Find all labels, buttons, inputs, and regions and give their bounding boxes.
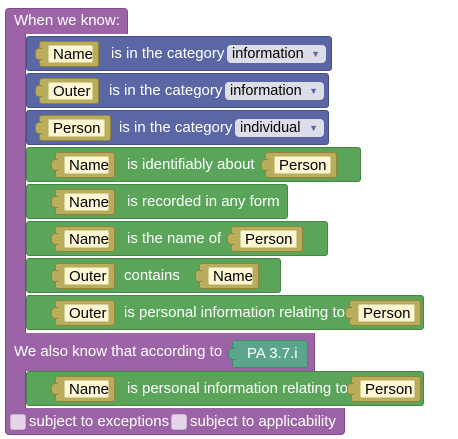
variable-slot[interactable]: Outer (35, 78, 99, 104)
connector-tab (35, 122, 42, 134)
fact-block[interactable]: Outer contains Name (26, 258, 281, 293)
fact-text: contains (124, 267, 180, 284)
connector-tab (35, 85, 42, 97)
connector-tab (195, 270, 202, 282)
variable-slot[interactable]: Name (51, 152, 115, 178)
variable-slot[interactable]: Outer (51, 263, 115, 289)
conclusion-fact-block[interactable]: Name is personal information relating to… (26, 371, 424, 406)
fact-text: is the name of (127, 230, 222, 247)
category-text: is in the category (111, 45, 225, 62)
applicability-label: subject to applicability (190, 413, 336, 430)
rule-container-spine-lower (5, 370, 26, 410)
connector-tab (261, 159, 268, 171)
category-block[interactable]: Person is in the category individual ▼ (26, 110, 329, 145)
variable-name: Person (274, 156, 331, 174)
fact-text: is personal information relating to (127, 380, 348, 397)
category-value: information (230, 83, 302, 99)
dropdown-arrow-icon: ▼ (309, 86, 318, 96)
variable-name: Person (360, 380, 415, 398)
variable-slot[interactable]: Outer (51, 300, 115, 326)
connector-tab (347, 383, 354, 395)
variable-slot[interactable]: Name (35, 41, 99, 67)
dropdown-arrow-icon: ▼ (311, 49, 320, 59)
fact-text: is personal information relating to (124, 304, 345, 321)
variable-name: Name (48, 45, 93, 63)
variable-name: Outer (64, 304, 109, 322)
variable-slot[interactable]: Name (51, 226, 115, 252)
category-value: information (232, 46, 304, 62)
connector-tab (51, 383, 58, 395)
exceptions-checkbox[interactable] (10, 414, 26, 430)
category-dropdown[interactable]: information ▼ (227, 45, 326, 63)
dropdown-arrow-icon: ▼ (309, 123, 318, 133)
variable-name: Name (64, 193, 109, 211)
rule-header: When we know: (14, 12, 120, 29)
category-text: is in the category (119, 119, 233, 136)
category-block[interactable]: Name is in the category information ▼ (26, 36, 332, 71)
connector-tab (51, 196, 58, 208)
variable-slot[interactable]: Name (195, 263, 259, 289)
conclusion-text: We also know that according to (14, 343, 223, 360)
fact-block[interactable]: Outer is personal information relating t… (26, 295, 424, 330)
variable-slot[interactable]: Person (261, 152, 337, 178)
connector-tab (227, 233, 234, 245)
category-dropdown[interactable]: information ▼ (225, 82, 324, 100)
applicability-checkbox[interactable] (171, 414, 187, 430)
variable-name: Person (358, 304, 415, 322)
connector-tab (51, 233, 58, 245)
connector-tab (228, 348, 235, 360)
variable-slot[interactable]: Person (345, 300, 421, 326)
variable-name: Name (208, 267, 253, 285)
variable-name: Outer (48, 82, 93, 100)
category-block[interactable]: Outer is in the category information ▼ (26, 73, 329, 108)
fact-block[interactable]: Name is recorded in any form (26, 184, 288, 219)
source-block[interactable]: PA 3.7.i (228, 340, 308, 368)
connector-tab (51, 270, 58, 282)
variable-slot[interactable]: Name (51, 376, 115, 402)
variable-name: Person (48, 119, 105, 137)
category-text: is in the category (109, 82, 223, 99)
variable-name: Name (64, 380, 109, 398)
variable-name: Name (64, 230, 109, 248)
connector-tab (35, 48, 42, 60)
category-value: individual (240, 120, 301, 136)
fact-block[interactable]: Name is the name of Person (26, 221, 328, 256)
connector-tab (51, 307, 58, 319)
fact-text: is recorded in any form (127, 193, 280, 210)
variable-name: Outer (64, 267, 109, 285)
variable-name: Name (64, 156, 109, 174)
fact-block[interactable]: Name is identifiably about Person (26, 147, 361, 182)
exceptions-label: subject to exceptions (29, 413, 170, 430)
rule-container-spine (5, 33, 26, 338)
connector-tab (51, 159, 58, 171)
category-dropdown[interactable]: individual ▼ (235, 119, 324, 137)
source-reference: PA 3.7.i (247, 345, 298, 362)
fact-text: is identifiably about (127, 156, 255, 173)
variable-slot[interactable]: Person (35, 115, 111, 141)
variable-slot[interactable]: Name (51, 189, 115, 215)
variable-slot[interactable]: Person (227, 226, 303, 252)
variable-name: Person (240, 230, 297, 248)
connector-tab (345, 307, 352, 319)
variable-slot[interactable]: Person (347, 376, 421, 402)
